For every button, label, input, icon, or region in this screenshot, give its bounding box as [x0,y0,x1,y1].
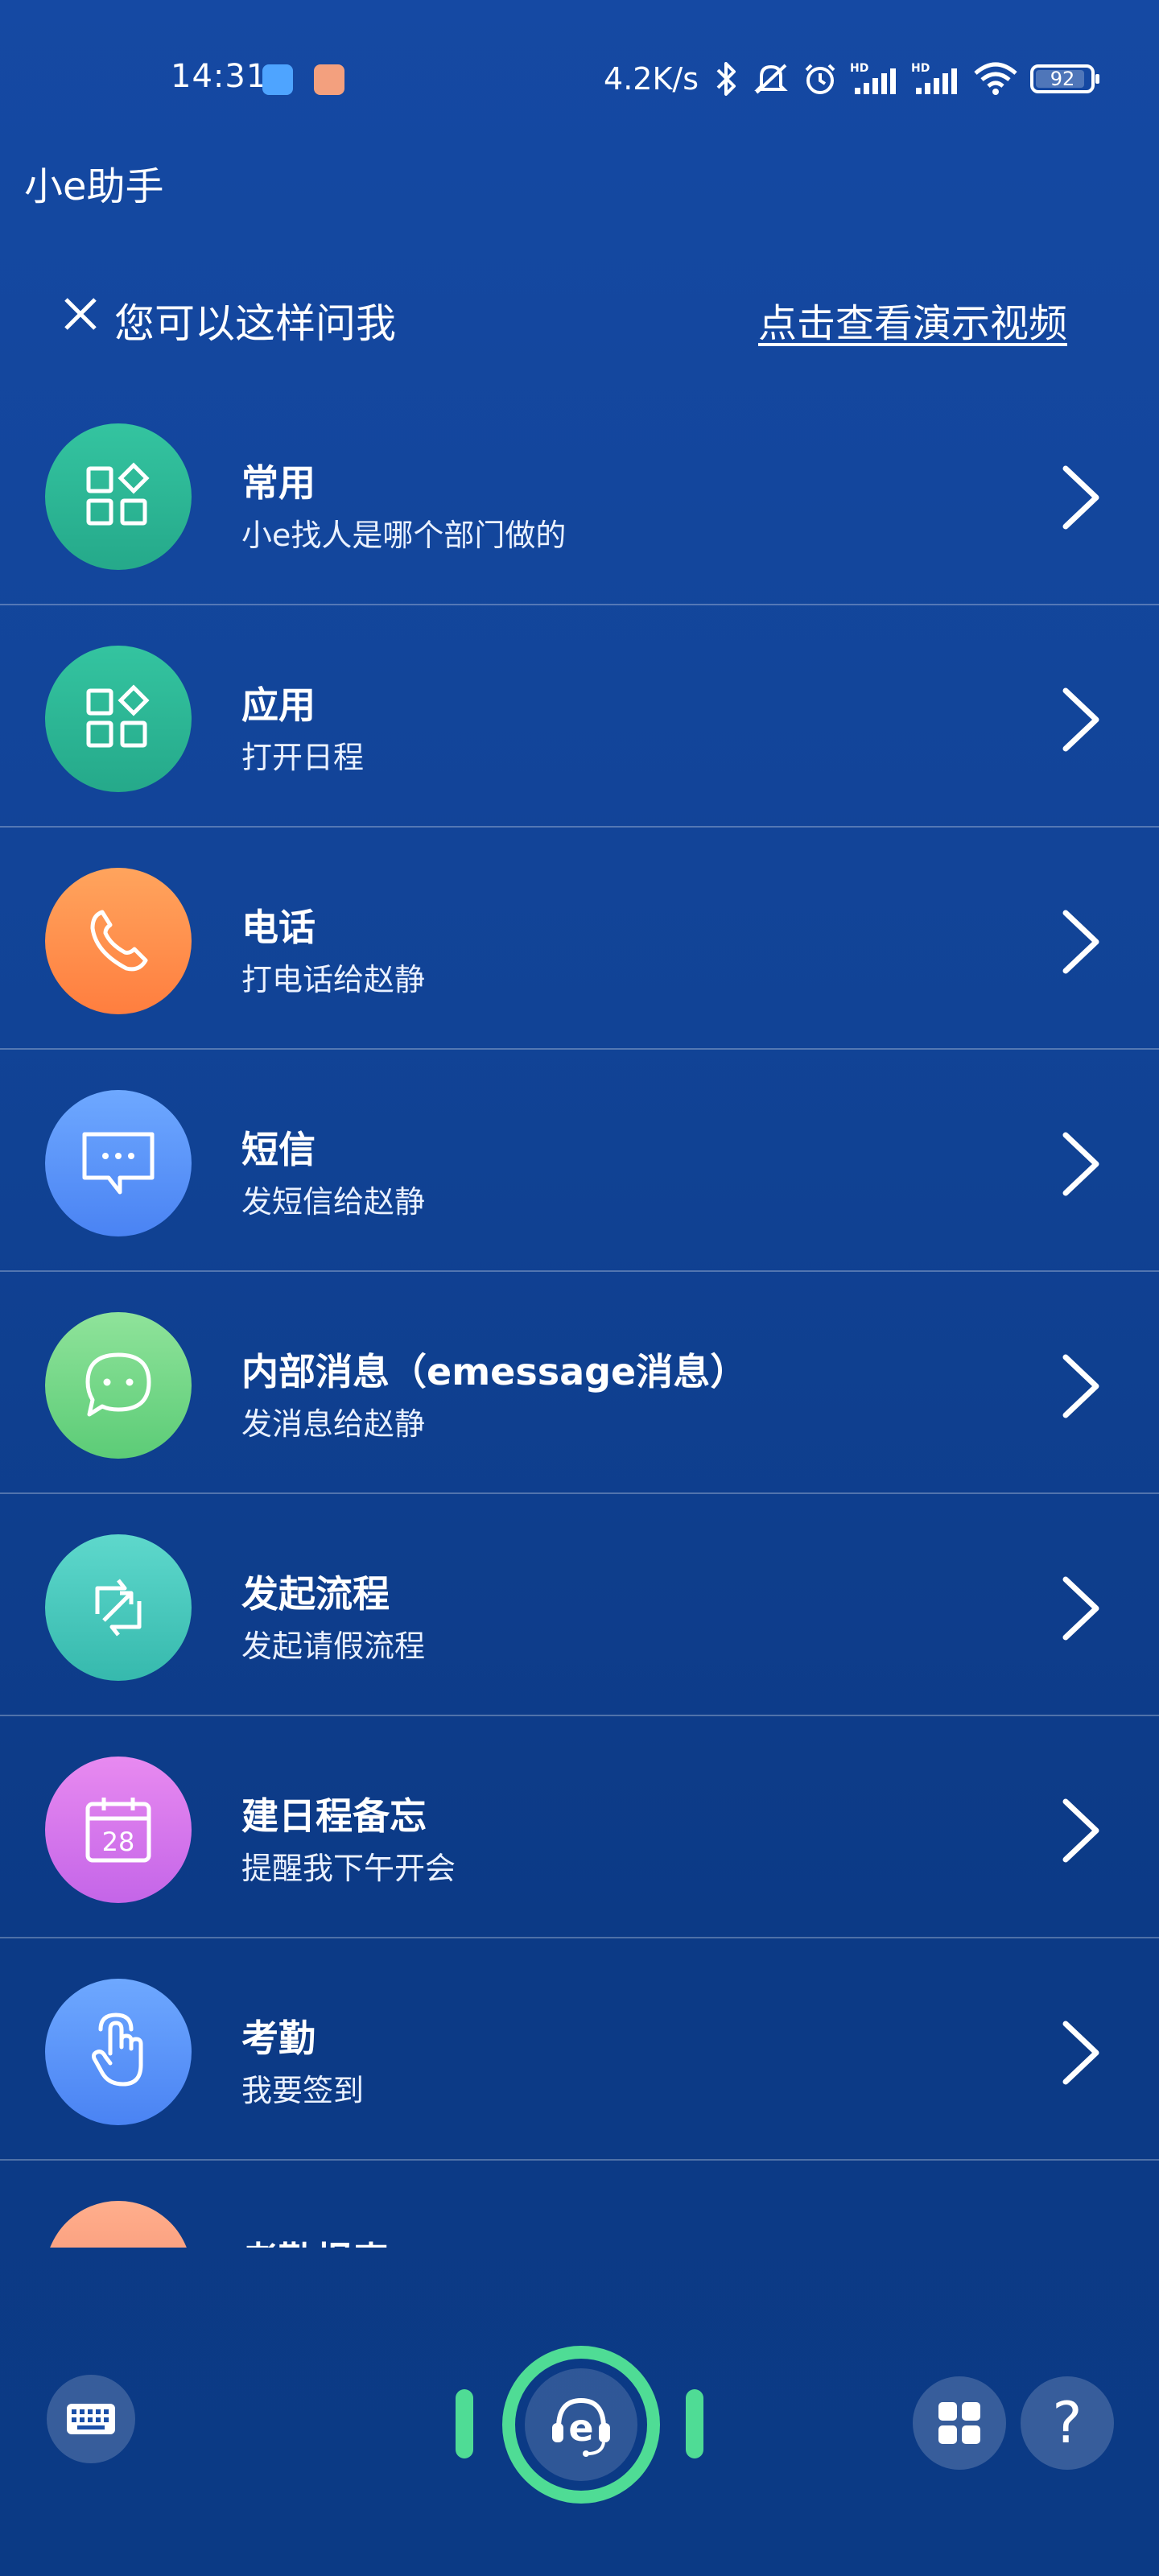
command-example: 打开日程 [241,740,365,775]
chevron-right-icon [1053,464,1109,531]
command-list: 常用小e找人是哪个部门做的应用打开日程电话打电话给赵静短信发短信给赵静内部消息（… [0,383,1159,2248]
chevron-right-icon [1053,1130,1109,1198]
bluetooth-icon [716,62,736,96]
command-example: 小e找人是哪个部门做的 [241,518,567,553]
calendar-icon: 28 [45,1757,192,1903]
command-example: 打电话给赵静 [241,962,426,997]
signal-hd-icon: HD [850,62,896,94]
chevron-right-icon [1053,1797,1109,1864]
close-button[interactable] [60,293,101,335]
workflow-icon [45,1534,192,1681]
command-row[interactable]: 28 建日程备忘提醒我下午开会 [0,1716,1159,1938]
chevron-right-icon [1053,1352,1109,1420]
battery-level: 92 [1050,68,1075,90]
voice-wave-right [686,2389,703,2458]
command-row[interactable]: 常用小e找人是哪个部门做的 [0,383,1159,605]
signal-hd-icon: HD [911,62,957,94]
chevron-right-icon [1053,908,1109,976]
command-title: 内部消息（emessage消息） [241,1350,748,1393]
voice-assistant-button[interactable]: e [502,2346,660,2504]
command-row[interactable]: 考勤 我要签到 [0,1938,1159,2161]
help-button[interactable]: ? [1021,2376,1114,2470]
notification-app-icon [314,64,344,95]
command-title: 常用 [241,461,316,505]
chevron-right-icon [1053,686,1109,753]
command-row[interactable]: 电话 打电话给赵静 [0,828,1159,1050]
mute-bell-icon [754,64,788,94]
command-title: 应用 [241,683,316,727]
svg-text:HD: HD [850,62,868,75]
command-example: 发消息给赵静 [241,1406,426,1442]
keyboard-icon [67,2404,115,2434]
command-row[interactable]: 短信 发短信给赵静 [0,1050,1159,1272]
command-title: 电话 [241,906,316,949]
bottom-bar: e ? [0,2302,1159,2576]
command-title: 短信 [241,1128,316,1171]
command-example: 提醒我下午开会 [241,1851,456,1886]
command-title: 发起流程 [241,1572,390,1616]
hint-row: 您可以这样问我 点击查看演示视频 [0,282,1159,354]
svg-text:HD: HD [911,62,930,75]
keyboard-button[interactable] [47,2375,135,2463]
assistant-logo-icon: e [525,2368,637,2481]
status-indicators: 4.2K/s HD HD 92 [604,55,1099,103]
chevron-right-icon [1053,1575,1109,1642]
command-title: 考勤报表 [241,2231,390,2248]
command-row[interactable]: 考勤报表 [0,2161,1159,2248]
phone-icon [45,868,192,1014]
command-row[interactable]: 内部消息（emessage消息） 发消息给赵静 [0,1272,1159,1494]
chevron-right-icon [1053,2019,1109,2087]
svg-text:28: 28 [102,1827,135,1857]
question-icon: ? [1052,2390,1083,2456]
status-time: 14:31 [171,58,268,95]
notification-app-icon [262,64,293,95]
wifi-icon [974,62,1017,95]
demo-video-link[interactable]: 点击查看演示视频 [758,291,1067,348]
command-title: 考勤 [241,2017,316,2060]
chat-bubble-icon [45,1312,192,1459]
command-row[interactable]: 应用 打开日程 [0,605,1159,828]
command-example: 我要签到 [241,2073,365,2108]
tap-hand-icon [45,1979,192,2125]
command-example: 发起请假流程 [241,1629,426,1664]
report-icon [45,2201,192,2248]
apps-grid-icon [45,423,192,570]
command-example: 发短信给赵静 [241,1184,426,1220]
command-title: 建日程备忘 [241,1794,427,1838]
status-bar: 14:31 4.2K/s HD HD 92 [0,0,1159,161]
grid-icon [938,2402,980,2444]
app-title: 小e助手 [24,164,164,209]
battery-icon: 92 [1030,64,1099,93]
apps-grid-button[interactable] [913,2376,1006,2470]
hint-text: 您可以这样问我 [114,300,396,347]
voice-wave-left [456,2389,473,2458]
network-speed: 4.2K/s [604,61,699,97]
apps-grid-icon [45,646,192,792]
close-icon [64,298,97,330]
alarm-icon [805,64,835,94]
svg-text:e: e [568,2406,593,2450]
sms-icon [45,1090,192,1236]
command-row[interactable]: 发起流程发起请假流程 [0,1494,1159,1716]
